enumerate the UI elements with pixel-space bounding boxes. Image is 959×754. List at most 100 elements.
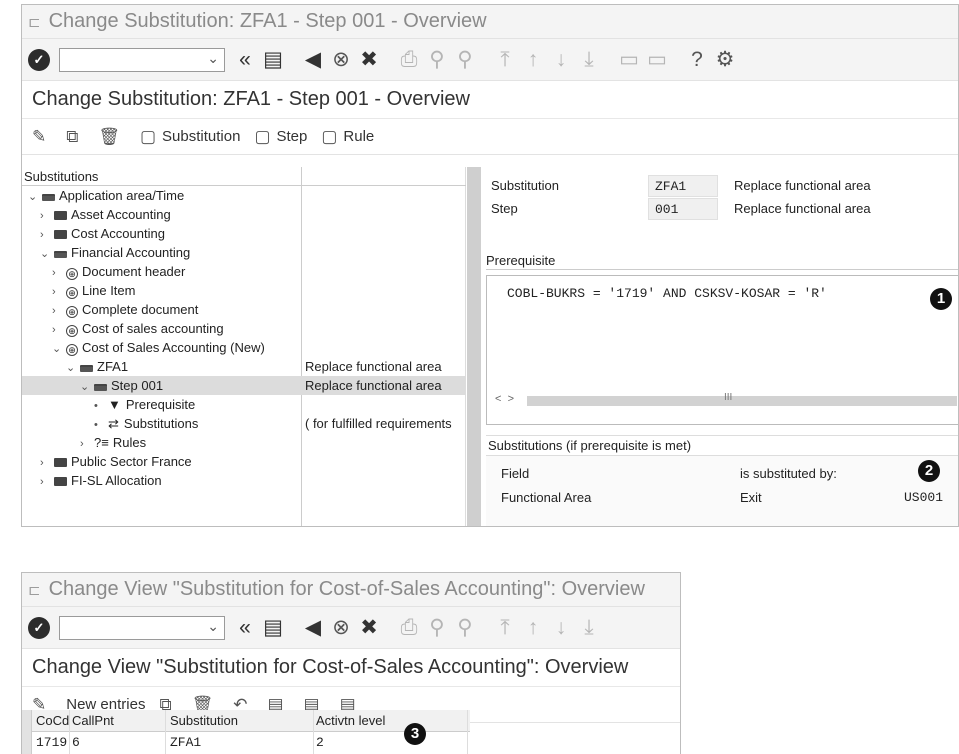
column-header-cocd[interactable]: CoCd — [34, 710, 70, 732]
tree-node-asset-accounting[interactable]: › Asset Accounting — [22, 205, 466, 224]
first-page-icon: ⤒ — [500, 47, 510, 71]
tree-description: ( for fulfilled requirements — [305, 416, 452, 431]
application-toolbar: ✎ ⧉ 🗑 ▢ Substitution ▢ Step ▢ Rule — [22, 119, 958, 155]
window-title: Change View "Substitution for Cost-of-Sa… — [48, 578, 645, 600]
first-page-icon: ⤒ — [500, 615, 510, 639]
step-label: Step — [491, 201, 518, 216]
horizontal-scrollbar[interactable]: < > III — [495, 392, 957, 408]
window-menu-icon[interactable]: ⊏ — [28, 13, 41, 31]
new-document-icon: ▢ — [321, 126, 338, 146]
collapse-icon[interactable]: « — [233, 47, 257, 73]
panel-splitter[interactable] — [467, 167, 481, 526]
scrollbar-thumb[interactable]: III — [527, 392, 957, 406]
tree-node-document-header[interactable]: › ⊕ Document header — [22, 262, 466, 281]
new-rule-button[interactable]: ▢ Rule — [321, 127, 374, 147]
tree-node-public-sector-france[interactable]: › Public Sector France — [22, 452, 466, 471]
substitution-field-name: Functional Area — [501, 490, 592, 505]
command-field[interactable]: ⌄ — [59, 615, 225, 640]
chevron-down-icon[interactable]: ⌄ — [207, 50, 219, 67]
new-step-label: Step — [276, 128, 308, 145]
new-step-button[interactable]: ▢ Step — [254, 127, 307, 147]
save-icon[interactable]: ▤ — [261, 615, 285, 641]
scroll-right-icon[interactable]: > — [508, 393, 514, 405]
tree-node-application-area[interactable]: ⌄ Application area/Time — [22, 186, 466, 205]
tree-node-cost-accounting[interactable]: › Cost Accounting — [22, 224, 466, 243]
step-field[interactable]: 001 — [648, 198, 718, 220]
create-session-icon: ▭ — [619, 48, 639, 71]
delete-button[interactable]: 🗑 — [98, 127, 126, 147]
cell-activation-level[interactable]: 2 — [314, 732, 468, 754]
copy-icon: ⧉ — [66, 126, 79, 146]
trash-icon: 🗑 — [98, 126, 120, 146]
cell-callpnt[interactable]: 6 — [70, 732, 166, 754]
new-document-icon: ▢ — [139, 126, 157, 146]
copy-button[interactable]: ⧉ — [66, 127, 84, 147]
new-substitution-button[interactable]: ▢ Substitution — [140, 127, 240, 147]
substitutions-section: Substitutions (if prerequisite is met) F… — [486, 435, 958, 526]
tree-description: Replace functional area — [305, 359, 442, 374]
enter-icon[interactable]: ✓ — [28, 48, 50, 71]
substitution-content: Substitutions ⌄ Application area/Time › As… — [22, 167, 958, 526]
tree-label: Substitutions — [123, 416, 199, 431]
callout-badge-3: 3 — [404, 723, 426, 745]
exit-icon[interactable]: ⊗ — [329, 47, 353, 73]
settings-icon[interactable]: ⚙ — [713, 47, 737, 73]
column-header-substitution[interactable]: Substitution — [168, 710, 314, 732]
scroll-left-icon[interactable]: < > — [495, 393, 514, 405]
window-menu-icon[interactable]: ⊏ — [28, 581, 41, 599]
back-icon[interactable]: ◀ — [301, 47, 325, 73]
page-title: Change Substitution: ZFA1 - Step 001 - O… — [22, 81, 958, 119]
tree-node-prerequisite[interactable]: • ▼ Prerequisite — [22, 395, 466, 414]
row-selector[interactable] — [22, 732, 32, 754]
tree-label: Cost of Sales Accounting (New) — [82, 340, 265, 355]
select-all-cell[interactable] — [22, 710, 32, 732]
substitution-description: Replace functional area — [734, 178, 871, 193]
cell-substitution[interactable]: ZFA1 — [168, 732, 314, 754]
column-field: Field — [501, 466, 530, 481]
tree-label: Step 001 — [111, 378, 164, 393]
substitution-table: CoCd CallPnt Substitution Activtn level … — [22, 710, 470, 754]
tree-label: Document header — [82, 264, 186, 279]
back-icon[interactable]: ◀ — [301, 615, 325, 641]
display-change-button[interactable]: ✎ — [32, 127, 52, 147]
tree-label: Application area/Time — [59, 188, 185, 203]
tree-node-cost-of-sales[interactable]: › ⊕ Cost of sales accounting — [22, 319, 466, 338]
tree-node-cost-of-sales-new[interactable]: ⌄ ⊕ Cost of Sales Accounting (New) — [22, 338, 466, 357]
shortcut-icon: ▭ — [647, 48, 667, 71]
enter-icon[interactable]: ✓ — [28, 616, 50, 639]
tree-node-line-item[interactable]: › ⊕ Line Item — [22, 281, 466, 300]
help-icon[interactable]: ? — [685, 47, 709, 73]
system-toolbar: ✓ ⌄ « ▤ ◀ ⊗ ✖ ⎙ ⚲ ⚲ ⤒ ↑ ↓ ⤓ ▭ ▭ ? ⚙ — [22, 39, 958, 81]
tree-node-step-001[interactable]: ⌄ Step 001 Replace functional area — [22, 376, 466, 395]
tree-label: Financial Accounting — [71, 245, 191, 260]
column-header-callpnt[interactable]: CallPnt — [70, 710, 166, 732]
substitution-field[interactable]: ZFA1 — [648, 175, 718, 197]
prerequisite-editor[interactable]: COBL-BUKRS = '1719' AND CSKSV-KOSAR = 'R… — [486, 275, 958, 425]
column-header-activation-level[interactable]: Activtn level — [314, 710, 468, 732]
tree-node-fi-sl-allocation[interactable]: › FI-SL Allocation — [22, 471, 466, 490]
tree-header-label: Substitutions — [24, 169, 99, 184]
cancel-icon[interactable]: ✖ — [357, 615, 381, 641]
exit-icon[interactable]: ⊗ — [329, 615, 353, 641]
tree-node-rules[interactable]: › ?≡ Rules — [22, 433, 466, 452]
cell-cocd[interactable]: 1719 — [34, 732, 70, 754]
chevron-down-icon[interactable]: ⌄ — [207, 618, 219, 635]
chevron-right-icon[interactable]: › — [40, 473, 52, 492]
tree-label: Public Sector France — [71, 454, 192, 469]
substitutions-title: Substitutions (if prerequisite is met) — [486, 436, 958, 456]
glasses-pencil-icon: ✎ — [32, 126, 47, 146]
detail-panel: Substitution ZFA1 Replace functional are… — [481, 167, 958, 526]
collapse-icon[interactable]: « — [233, 615, 257, 641]
folder-icon — [54, 477, 67, 486]
tree-node-financial-accounting[interactable]: ⌄ Financial Accounting — [22, 243, 466, 262]
table-row[interactable]: 1719 6 ZFA1 2 — [22, 732, 470, 754]
tree-node-substitutions[interactable]: • ⇄ Substitutions ( for fulfilled requirem… — [22, 414, 466, 433]
folder-icon — [54, 211, 67, 220]
table-header: CoCd CallPnt Substitution Activtn level — [22, 710, 470, 732]
command-field[interactable]: ⌄ — [59, 47, 225, 72]
event-icon: ⊕ — [66, 306, 78, 318]
cancel-icon[interactable]: ✖ — [357, 47, 381, 73]
tree-node-zfa1[interactable]: ⌄ ZFA1 Replace functional area — [22, 357, 466, 376]
tree-node-complete-document[interactable]: › ⊕ Complete document — [22, 300, 466, 319]
save-icon[interactable]: ▤ — [261, 47, 285, 73]
